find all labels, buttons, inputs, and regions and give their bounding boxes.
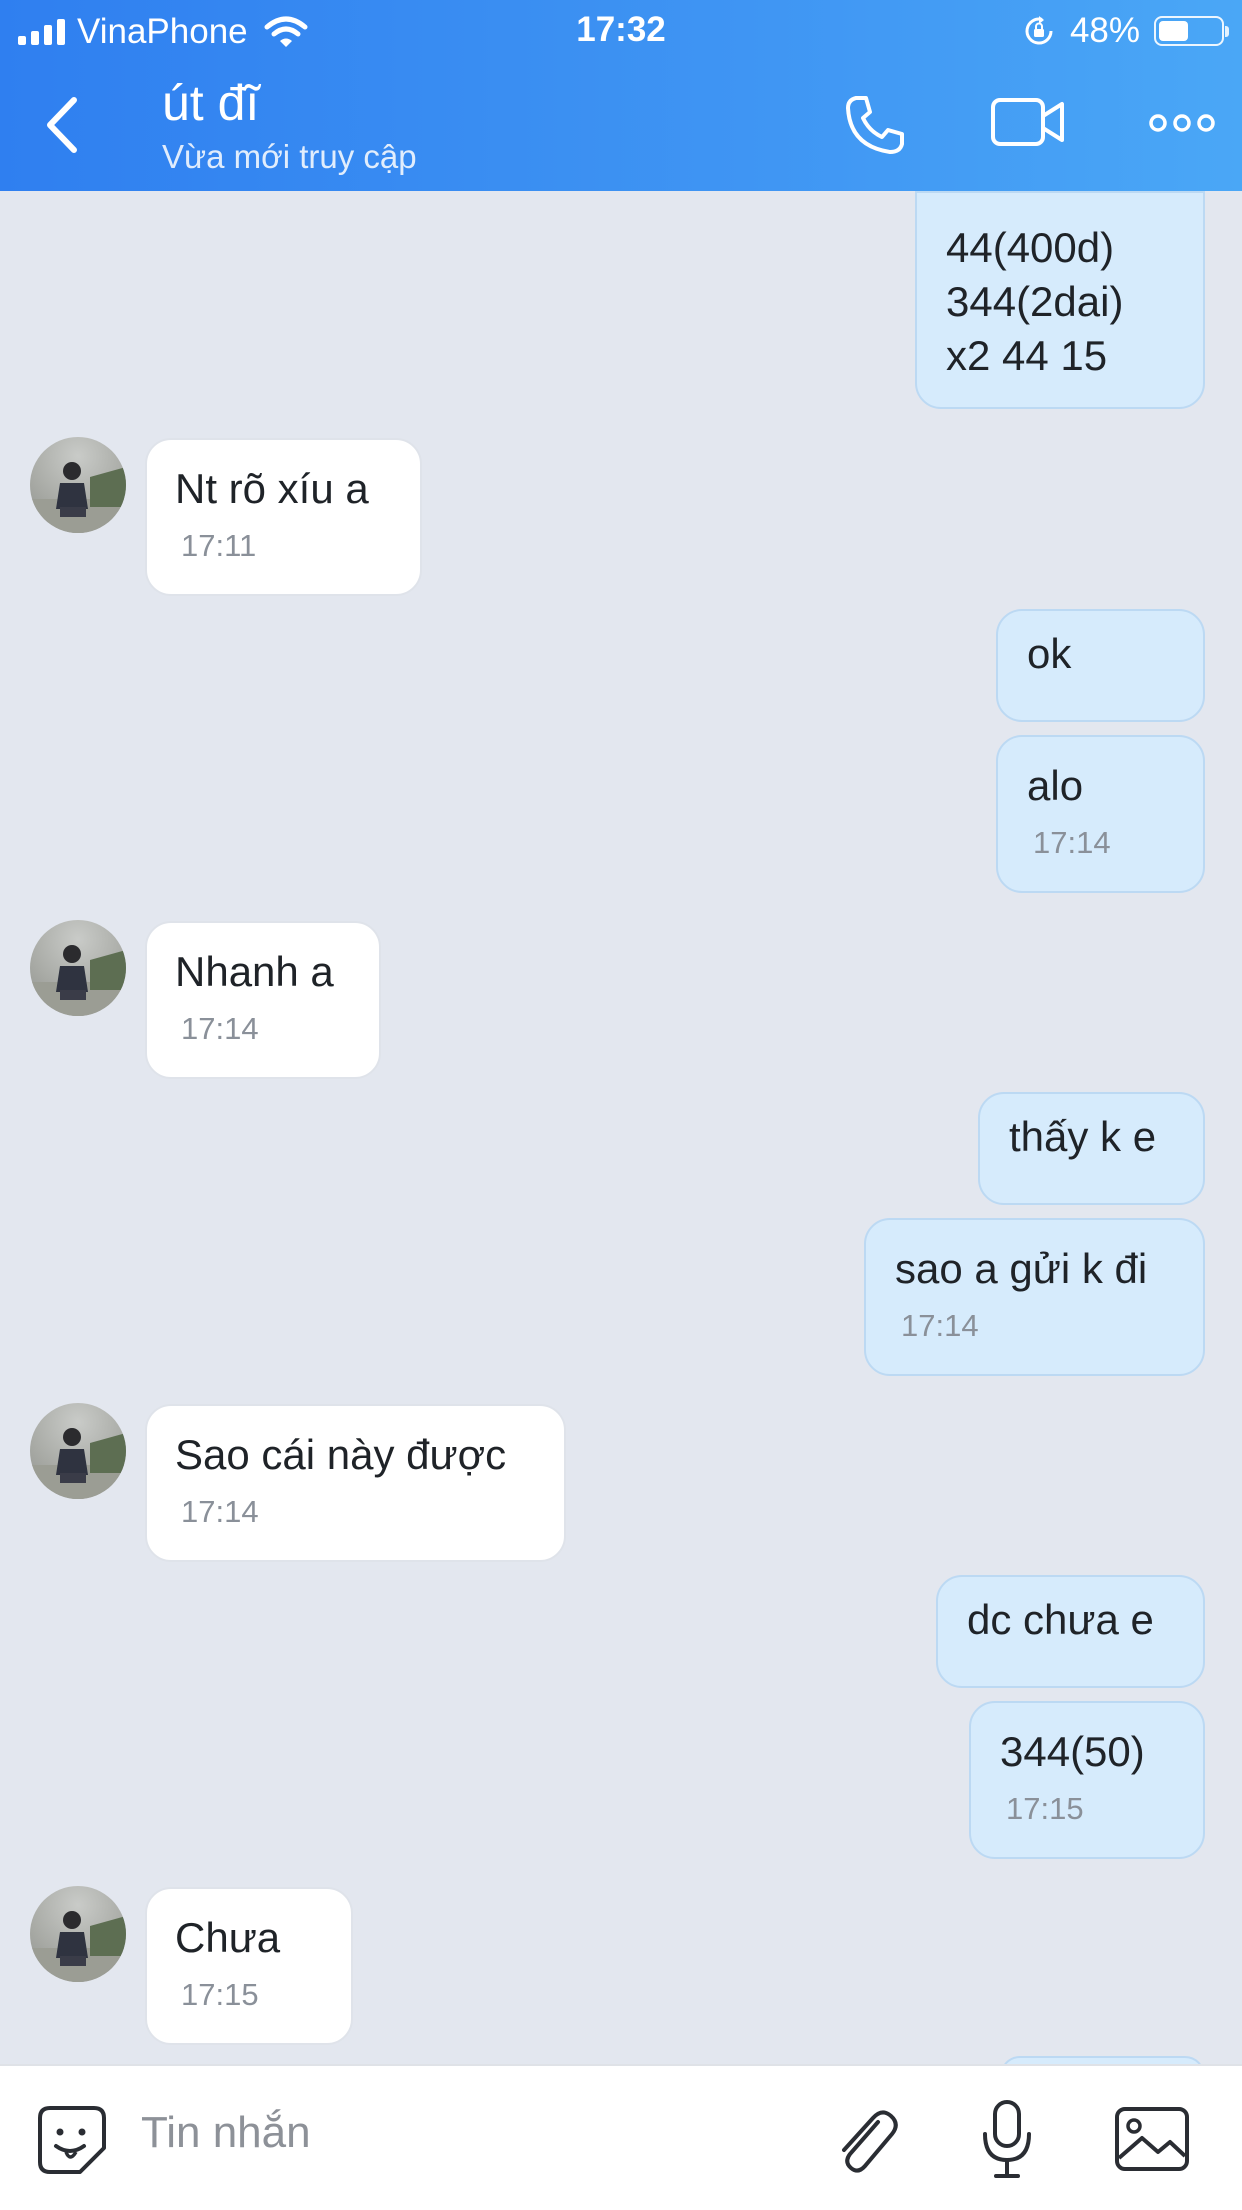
message-bubble-incoming[interactable]: Sao cái này được 17:14	[145, 1404, 566, 1562]
avatar[interactable]	[30, 1886, 126, 1982]
message-time: 17:15	[1006, 1791, 1084, 1826]
message-bubble-incoming[interactable]: Chưa 17:15	[145, 1887, 353, 2045]
message-text: sao a gửi k đi	[895, 1245, 1148, 1292]
avatar-photo-icon	[30, 1428, 126, 1499]
chat-header: VinaPhone 17:32 48% út đĩ Vừa mới truy c…	[0, 0, 1242, 191]
message-text: 344(50)	[1000, 1728, 1145, 1775]
message-bubble-outgoing[interactable]: dc chưa e	[936, 1575, 1205, 1688]
message-bubble-outgoing[interactable]: alo 17:14	[996, 735, 1205, 893]
message-text: thấy k e	[1009, 1113, 1157, 1160]
image-icon[interactable]	[1114, 2106, 1190, 2172]
message-time: 17:15	[181, 1977, 259, 2012]
battery-percent: 48%	[1069, 11, 1140, 50]
message-text: dc chưa e	[967, 1596, 1154, 1643]
message-text: Chưa	[175, 1914, 281, 1961]
message-text: Sao cái này được	[175, 1431, 507, 1478]
message-text: Nt rõ xíu a	[175, 465, 369, 512]
more-icon[interactable]	[1148, 110, 1216, 136]
message-text: Nhanh a	[175, 948, 334, 995]
message-time: 17:14	[181, 1494, 259, 1529]
avatar[interactable]	[30, 437, 126, 533]
battery-icon	[1154, 16, 1229, 46]
mic-icon[interactable]	[980, 2098, 1034, 2180]
message-time: 17:14	[1033, 825, 1111, 860]
message-bubble-incoming[interactable]: Nt rõ xíu a 17:11	[145, 438, 422, 596]
message-bubble-outgoing[interactable]: 44(400d) 344(2dai) x2 44 15	[915, 191, 1205, 409]
avatar[interactable]	[30, 920, 126, 1016]
message-bubble-outgoing[interactable]: ok	[996, 609, 1205, 722]
avatar[interactable]	[30, 1403, 126, 1499]
status-bar: VinaPhone 17:32 48%	[0, 0, 1242, 62]
nav-bar: út đĩ Vừa mới truy cập	[0, 62, 1242, 191]
message-bubble-incoming[interactable]: Nhanh a 17:14	[145, 921, 381, 1079]
back-icon[interactable]	[38, 92, 88, 158]
composer-bar: Tin nhắn	[0, 2064, 1242, 2210]
contact-name[interactable]: út đĩ	[162, 74, 259, 132]
video-icon[interactable]	[990, 92, 1066, 152]
message-text: ok	[1027, 630, 1072, 677]
avatar-photo-icon	[30, 1911, 126, 1982]
avatar-photo-icon	[30, 462, 126, 533]
message-bubble-outgoing[interactable]: thấy k e	[978, 1092, 1205, 1205]
message-text: 44(400d) 344(2dai) x2 44 15	[946, 224, 1124, 379]
message-input[interactable]: Tin nhắn	[141, 2108, 311, 2158]
battery-level	[1159, 21, 1188, 41]
avatar-photo-icon	[30, 945, 126, 1016]
message-time: 17:14	[181, 1011, 259, 1046]
sticker-icon[interactable]	[36, 2104, 108, 2176]
message-bubble-outgoing[interactable]: sao a gửi k đi 17:14	[864, 1218, 1205, 1376]
contact-status: Vừa mới truy cập	[162, 138, 417, 175]
message-text: alo	[1027, 762, 1084, 809]
attach-icon[interactable]	[830, 2102, 900, 2178]
status-right: 48%	[1022, 11, 1229, 51]
message-time: 17:14	[901, 1308, 979, 1343]
rotation-lock-icon	[1025, 16, 1053, 45]
phone-icon[interactable]	[842, 92, 908, 158]
message-time: 17:11	[181, 528, 257, 563]
message-bubble-outgoing[interactable]: 344(50) 17:15	[969, 1701, 1205, 1859]
